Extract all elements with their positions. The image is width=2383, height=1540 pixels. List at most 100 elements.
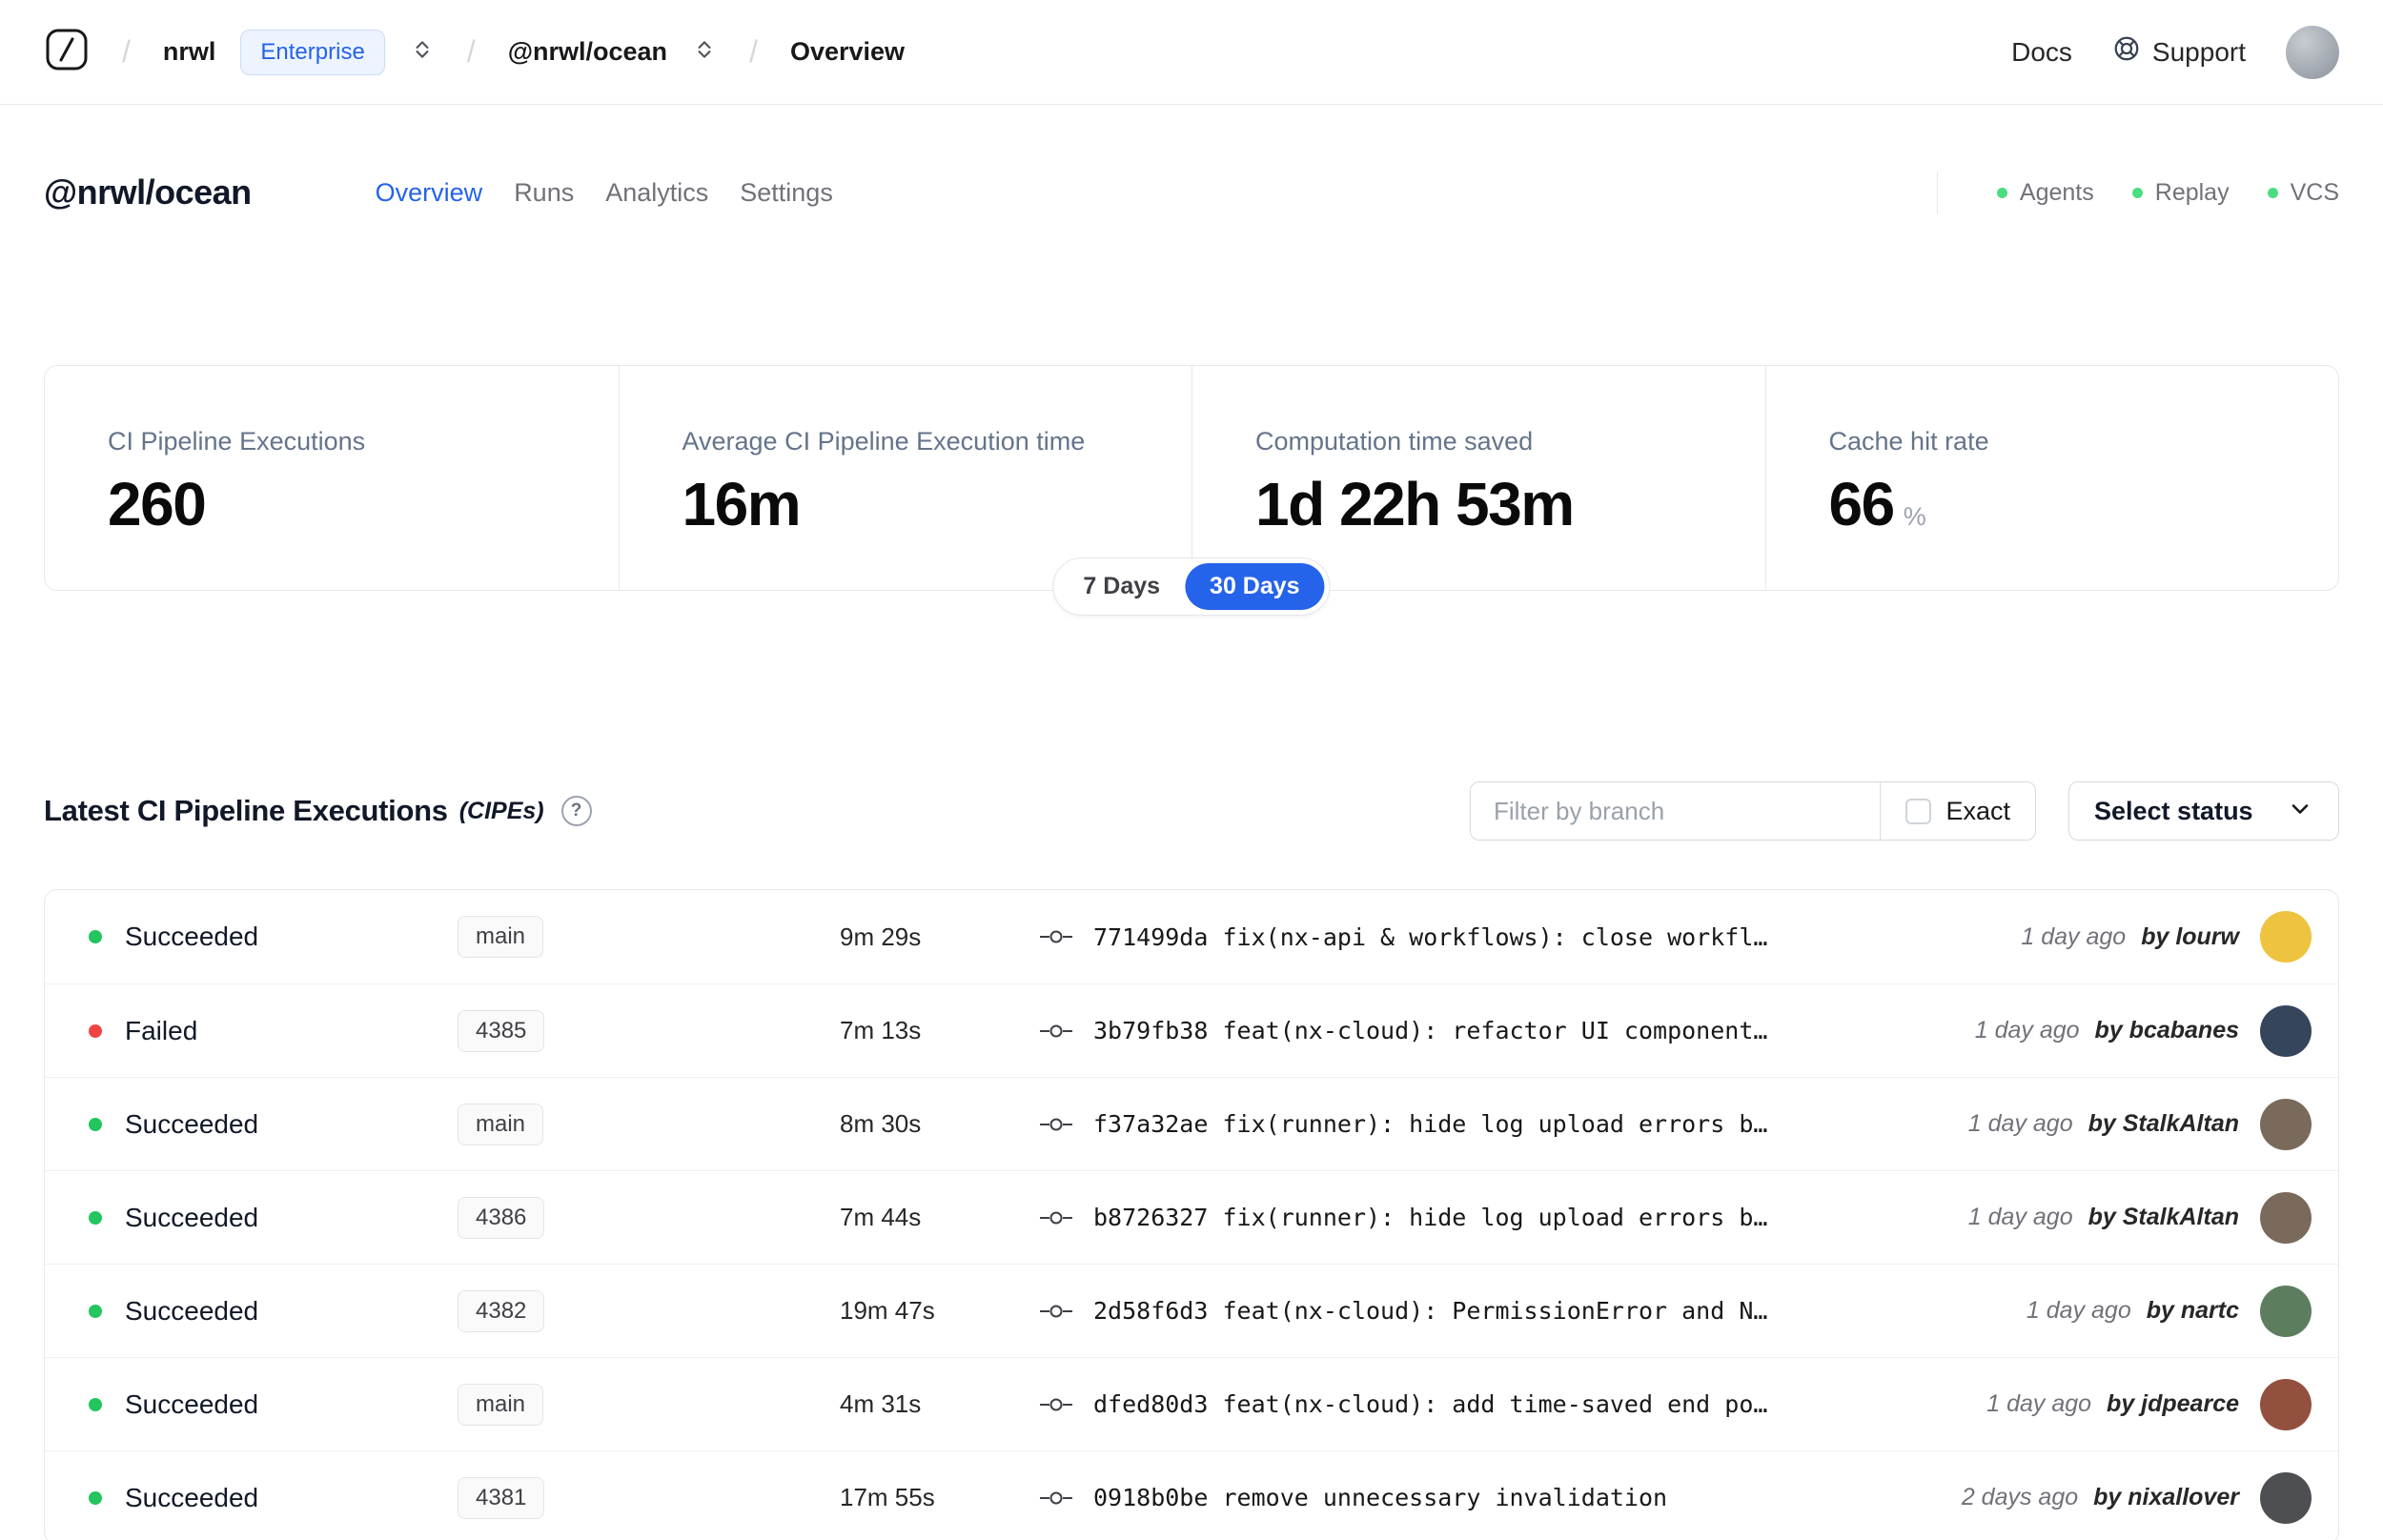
status-cell: Succeeded [45, 1109, 458, 1140]
commit-message: fix(nx-api & workflows): close workfl… [1222, 922, 1768, 951]
meta-cell: 1 day ago by StalkAltan [1967, 1098, 2338, 1150]
breadcrumb-separator: / [122, 34, 131, 69]
branch-badge: main [458, 1383, 544, 1426]
enterprise-badge: Enterprise [240, 29, 385, 75]
status-select[interactable]: Select status [2068, 781, 2339, 841]
commit-message: feat(nx-cloud): refactor UI component… [1222, 1017, 1768, 1044]
docs-link[interactable]: Docs [2011, 37, 2072, 68]
table-row[interactable]: Succeeded 4381 17m 55s 0918b0be remove u… [45, 1450, 2338, 1540]
range-option-30-days[interactable]: 30 Days [1185, 563, 1325, 610]
workspace-header: @nrwl/ocean Overview Runs Analytics Sett… [0, 164, 2383, 221]
stat-card-ci-pipeline-executions: CI Pipeline Executions 260 [45, 366, 619, 590]
time-ago: 1 day ago [1967, 1110, 2073, 1137]
stat-value: 260 [108, 470, 207, 538]
time-ago: 2 days ago [1961, 1484, 2079, 1510]
integration-replay[interactable]: Replay [2131, 179, 2230, 207]
author-avatar [2260, 1471, 2312, 1524]
commit-text: f37a32ae fix(runner): hide log upload er… [1093, 1110, 1767, 1138]
breadcrumb-workspace[interactable]: @nrwl/ocean [508, 37, 667, 67]
range-option-7-days[interactable]: 7 Days [1058, 563, 1185, 610]
table-row[interactable]: Succeeded 4382 19m 47s 2d58f6d3 feat(nx-… [45, 1264, 2338, 1357]
table-row[interactable]: Succeeded main 9m 29s 771499da fix(nx-ap… [45, 890, 2338, 983]
tab-analytics[interactable]: Analytics [605, 178, 708, 208]
org-switcher-button[interactable] [410, 37, 435, 67]
commit-text: b8726327 fix(runner): hide log upload er… [1093, 1204, 1767, 1231]
commit-message: feat(nx-cloud): add time-saved end po… [1222, 1390, 1768, 1418]
cipes-section-header: Latest CI Pipeline Executions (CIPEs) ? … [44, 781, 2339, 841]
author-avatar [2260, 1004, 2312, 1057]
integration-agents[interactable]: Agents [1996, 179, 2094, 207]
exact-label: Exact [1945, 796, 2010, 825]
help-icon[interactable]: ? [560, 796, 592, 826]
status-label: Succeeded [125, 922, 259, 951]
status-label: Succeeded [125, 1295, 259, 1326]
commit-cell: 3b79fb38 feat(nx-cloud): refactor UI com… [1030, 1017, 1975, 1044]
table-row[interactable]: Succeeded 4386 7m 44s b8726327 fix(runne… [45, 1170, 2338, 1264]
table-row[interactable]: Failed 4385 7m 13s 3b79fb38 feat(nx-clou… [45, 983, 2338, 1077]
exact-checkbox[interactable] [1905, 798, 1932, 824]
author: by jdpearce [2107, 1390, 2239, 1417]
git-commit-icon [1040, 1206, 1072, 1229]
git-commit-icon [1040, 1020, 1072, 1043]
table-row[interactable]: Succeeded main 8m 30s f37a32ae fix(runne… [45, 1077, 2338, 1170]
branch-cell: main [458, 1103, 840, 1145]
branch-cell: main [458, 1383, 840, 1426]
branch-cell: main [458, 916, 840, 958]
commit-text: 2d58f6d3 feat(nx-cloud): PermissionError… [1093, 1297, 1767, 1325]
time-ago: 1 day ago [2021, 922, 2127, 950]
status-select-label: Select status [2094, 796, 2253, 825]
branch-filter-input[interactable] [1471, 782, 1881, 840]
date-range-toggle: 7 Days 30 Days [1052, 557, 1331, 616]
branch-cell: 4381 [458, 1476, 840, 1519]
breadcrumb-separator: / [466, 34, 476, 69]
status-dot [89, 1117, 102, 1131]
status-cell: Succeeded [45, 1389, 458, 1420]
integration-vcs[interactable]: VCS [2267, 179, 2339, 207]
stat-value-number: 66 [1828, 470, 1896, 538]
author-avatar [2260, 1378, 2312, 1430]
workspace-switcher-button[interactable] [692, 37, 717, 67]
app-logo[interactable] [44, 27, 90, 77]
status-label: Failed [125, 1015, 198, 1045]
integration-statuses: Agents Replay VCS [1936, 172, 2339, 213]
duration-cell: 19m 47s [840, 1296, 935, 1325]
tab-settings[interactable]: Settings [740, 178, 833, 208]
table-row[interactable]: Succeeded main 4m 31s dfed80d3 feat(nx-c… [45, 1357, 2338, 1450]
breadcrumb-separator: / [749, 34, 758, 69]
topbar: / nrwl Enterprise / @nrwl/ocean / Overvi… [0, 0, 2383, 105]
status-cell: Failed [45, 1016, 458, 1046]
author-avatar [2260, 1285, 2312, 1337]
breadcrumb-org[interactable]: nrwl [163, 37, 216, 67]
commit-text: 3b79fb38 feat(nx-cloud): refactor UI com… [1093, 1017, 1767, 1044]
time-ago: 1 day ago [1974, 1017, 2080, 1044]
stat-card-average-execution-time: Average CI Pipeline Execution time 16m [618, 366, 1192, 590]
topbar-right: Docs Support [2011, 25, 2339, 79]
workspace-tabs: Overview Runs Analytics Settings [376, 178, 833, 208]
commit-hash: 2d58f6d3 [1093, 1297, 1209, 1325]
author: by StalkAltan [2088, 1204, 2239, 1230]
status-cell: Succeeded [45, 1296, 458, 1327]
status-dot [2267, 187, 2278, 198]
status-label: Succeeded [125, 1388, 259, 1419]
commit-cell: b8726327 fix(runner): hide log upload er… [1030, 1204, 1968, 1231]
git-commit-icon [1040, 925, 1072, 948]
duration-cell: 17m 55s [840, 1483, 935, 1511]
commit-message: feat(nx-cloud): PermissionError and N… [1222, 1297, 1768, 1325]
stat-card-cache-hit-rate: Cache hit rate 66% [1764, 366, 2339, 590]
user-avatar[interactable] [2286, 25, 2339, 79]
tab-runs[interactable]: Runs [514, 178, 574, 208]
meta-cell: 1 day ago by bcabanes [1974, 1004, 2338, 1057]
stat-label: Cache hit rate [1828, 427, 1989, 456]
duration-cell: 4m 31s [840, 1389, 922, 1418]
chevron-up-down-icon [410, 37, 435, 67]
branch-badge: 4382 [458, 1289, 545, 1332]
branch-badge: main [458, 916, 544, 958]
vertical-divider [1936, 172, 1938, 213]
support-link[interactable]: Support [2112, 34, 2246, 70]
commit-hash: dfed80d3 [1093, 1390, 1209, 1418]
branch-cell: 4386 [458, 1196, 840, 1239]
status-dot [89, 1210, 102, 1225]
tab-overview[interactable]: Overview [376, 178, 483, 208]
cipes-table: Succeeded main 9m 29s 771499da fix(nx-ap… [44, 889, 2339, 1540]
meta-cell: 1 day ago by lourw [2021, 911, 2338, 962]
